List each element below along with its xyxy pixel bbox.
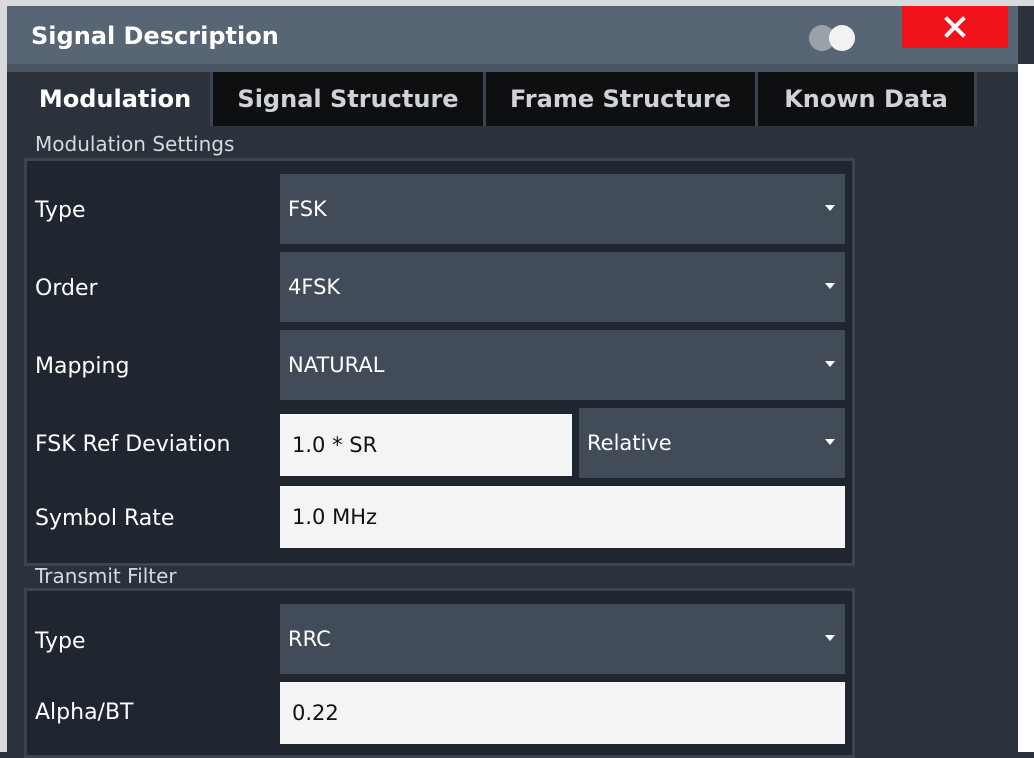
tab-known-data[interactable]: Known Data <box>758 72 977 126</box>
mapping-dropdown[interactable]: NATURAL <box>280 330 845 400</box>
mapping-label: Mapping <box>35 354 130 379</box>
order-value: 4FSK <box>288 275 341 299</box>
modulation-type-value: FSK <box>288 197 327 221</box>
close-button[interactable] <box>902 6 1008 48</box>
fsk-ref-deviation-field[interactable]: 1.0 * SR <box>280 414 572 476</box>
scrollbar[interactable] <box>1018 64 1034 752</box>
symbol-rate-field[interactable]: 1.0 MHz <box>280 486 845 548</box>
modulation-settings-label: Modulation Settings <box>35 132 235 156</box>
order-label: Order <box>35 276 98 301</box>
alpha-bt-field[interactable]: 0.22 <box>280 682 845 744</box>
alpha-bt-label: Alpha/BT <box>35 700 134 725</box>
mapping-value: NATURAL <box>288 353 385 377</box>
type-label: Type <box>35 198 86 223</box>
filter-type-dropdown[interactable]: RRC <box>280 604 845 674</box>
chevron-down-icon <box>825 361 835 367</box>
chevron-down-icon <box>825 635 835 641</box>
fsk-ref-deviation-mode-dropdown[interactable]: Relative <box>579 408 845 478</box>
titlebar-strip <box>7 64 1018 72</box>
tab-modulation[interactable]: Modulation <box>20 72 213 126</box>
transmit-filter-label: Transmit Filter <box>35 564 177 588</box>
filter-type-value: RRC <box>288 627 331 651</box>
chevron-down-icon <box>825 205 835 211</box>
tab-signal-structure[interactable]: Signal Structure <box>213 72 486 126</box>
chevron-down-icon <box>825 283 835 289</box>
chevron-down-icon <box>825 439 835 445</box>
fsk-ref-deviation-label: FSK Ref Deviation <box>35 432 231 457</box>
modulation-type-dropdown[interactable]: FSK <box>280 174 845 244</box>
dialog-content: Modulation Signal Structure Frame Struct… <box>7 72 1018 758</box>
symbol-rate-label: Symbol Rate <box>35 506 175 531</box>
fsk-ref-deviation-mode-value: Relative <box>587 431 672 455</box>
dialog-titlebar: Signal Description <box>7 6 1018 64</box>
toggle-icon[interactable] <box>809 25 857 51</box>
filter-type-label: Type <box>35 629 86 654</box>
tab-frame-structure[interactable]: Frame Structure <box>486 72 758 126</box>
close-icon <box>944 16 966 38</box>
order-dropdown[interactable]: 4FSK <box>280 252 845 322</box>
dialog-title: Signal Description <box>31 22 279 50</box>
